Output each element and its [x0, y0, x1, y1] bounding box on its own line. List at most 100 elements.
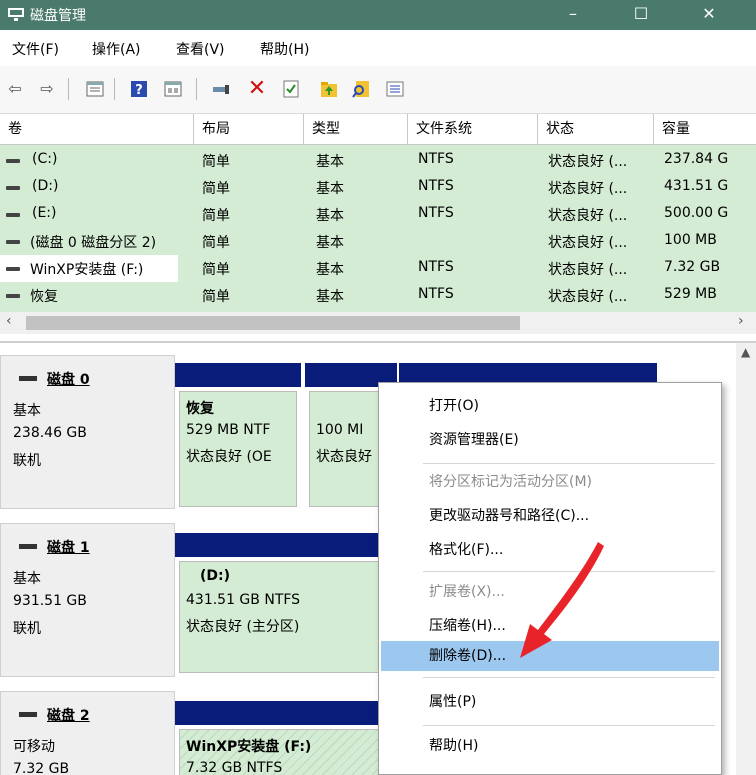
toolbar-separator	[196, 78, 197, 100]
menu-item-mark-active[interactable]: 将分区标记为活动分区(M)	[381, 467, 719, 497]
menu-separator	[423, 725, 715, 726]
menu-item-change-drive-letter[interactable]: 更改驱动器号和路径(C)...	[381, 501, 719, 531]
back-icon[interactable]: ⇦	[4, 78, 26, 100]
search-icon[interactable]	[350, 78, 372, 100]
volume-filesystem: NTFS	[418, 286, 454, 302]
window-title: 磁盘管理	[30, 8, 86, 24]
partition-f[interactable]: WinXP安装盘 (F:) 7.32 GB NTFS	[175, 701, 385, 775]
scrollbar-thumb[interactable]	[26, 316, 520, 330]
disk-1-info[interactable]: 磁盘 1 基本 931.51 GB 联机	[0, 523, 175, 677]
disk-size: 931.51 GB	[13, 593, 87, 609]
horizontal-scrollbar[interactable]: ‹ ›	[0, 312, 756, 334]
partition-recovery[interactable]: 恢复 529 MB NTF 状态良好 (OE	[175, 363, 303, 513]
partition-band	[175, 701, 385, 725]
new-folder-icon[interactable]	[318, 78, 340, 100]
menu-item-help[interactable]: 帮助(H)	[381, 731, 719, 761]
connect-icon[interactable]	[210, 78, 232, 100]
volume-layout: 简单	[202, 262, 230, 278]
volume-layout: 简单	[202, 235, 230, 251]
volume-status: 状态良好 (...	[548, 154, 628, 170]
toolbar-separator	[114, 78, 115, 100]
drive-icon	[6, 294, 20, 298]
volume-rows: (C:) 简单 基本 NTFS 状态良好 (... 237.84 G (D:) …	[0, 145, 756, 312]
drive-icon	[6, 159, 20, 163]
menu-item-properties[interactable]: 属性(P)	[381, 687, 719, 717]
volume-list-header: 卷 布局 类型 文件系统 状态 容量	[0, 114, 756, 145]
scroll-right-icon[interactable]: ›	[738, 313, 744, 329]
volume-layout: 简单	[202, 181, 230, 197]
delete-icon[interactable]: ✕	[246, 78, 268, 100]
table-row[interactable]: (E:) 简单 基本 NTFS 状态良好 (... 500.00 G	[0, 201, 756, 228]
column-header-type[interactable]: 类型	[304, 114, 408, 145]
scroll-up-icon[interactable]: ▲	[741, 345, 750, 359]
volume-type: 基本	[316, 235, 344, 251]
disk-type: 基本	[13, 403, 41, 419]
menu-separator	[423, 677, 715, 678]
drive-icon	[6, 267, 20, 271]
menu-view[interactable]: 查看(V)	[176, 39, 225, 59]
column-header-capacity[interactable]: 容量	[654, 114, 756, 145]
volume-type: 基本	[316, 289, 344, 305]
drive-icon	[6, 240, 20, 244]
table-row[interactable]: (磁盘 0 磁盘分区 2) 简单 基本 状态良好 (... 100 MB	[0, 228, 756, 255]
partition-status: 状态良好 (OE	[186, 449, 272, 465]
volume-capacity: 237.84 G	[664, 151, 729, 167]
volume-layout: 简单	[202, 154, 230, 170]
table-row[interactable]: (D:) 简单 基本 NTFS 状态良好 (... 431.51 G	[0, 174, 756, 201]
volume-capacity: 500.00 G	[664, 205, 729, 221]
annotation-arrow-icon	[520, 542, 604, 658]
partition-d[interactable]: (D:) 431.51 GB NTFS 状态良好 (主分区)	[175, 533, 385, 683]
disk-management-app-icon	[8, 8, 24, 21]
check-icon[interactable]	[280, 78, 302, 100]
volume-type: 基本	[316, 208, 344, 224]
volume-capacity: 100 MB	[664, 232, 717, 248]
menu-help[interactable]: 帮助(H)	[260, 39, 309, 59]
help-icon[interactable]: ?	[128, 78, 150, 100]
minimize-button[interactable]: –	[550, 0, 596, 30]
disk-type: 基本	[13, 571, 41, 587]
column-header-volume[interactable]: 卷	[0, 114, 194, 145]
menu-file[interactable]: 文件(F)	[12, 39, 59, 59]
menu-item-explorer[interactable]: 资源管理器(E)	[381, 425, 719, 455]
volume-name: WinXP安装盘 (F:)	[30, 262, 144, 278]
menu-bar: 文件(F) 操作(A) 查看(V) 帮助(H)	[0, 30, 756, 66]
volume-capacity: 431.51 G	[664, 178, 729, 194]
list-view-icon[interactable]	[384, 78, 406, 100]
table-row-selected[interactable]: WinXP安装盘 (F:) 简单 基本 NTFS 状态良好 (... 7.32 …	[0, 255, 756, 282]
disk-name: 磁盘 2	[47, 708, 90, 724]
vertical-scrollbar[interactable]: ▲	[736, 343, 756, 775]
volume-name: (磁盘 0 磁盘分区 2)	[30, 235, 157, 251]
volume-capacity: 529 MB	[664, 286, 717, 302]
properties-list-icon[interactable]	[84, 78, 106, 100]
volume-name: (D:)	[32, 178, 59, 194]
forward-icon[interactable]: ⇨	[36, 78, 58, 100]
toolbar-separator	[68, 78, 69, 100]
volume-list: 卷 布局 类型 文件系统 状态 容量 (C:) 简单 基本 NTFS 状态良好 …	[0, 114, 756, 341]
disk-size: 238.46 GB	[13, 425, 87, 441]
partition-status: 状态良好 (主分区)	[186, 619, 300, 635]
disk-type: 可移动	[13, 739, 55, 755]
volume-filesystem: NTFS	[418, 259, 454, 275]
column-header-filesystem[interactable]: 文件系统	[408, 114, 538, 145]
column-header-status[interactable]: 状态	[538, 114, 654, 145]
disk-2-info[interactable]: 磁盘 2 可移动 7.32 GB	[0, 691, 175, 775]
disk-icon	[19, 376, 37, 381]
menu-separator	[423, 463, 715, 464]
disk-0-info[interactable]: 磁盘 0 基本 238.46 GB 联机	[0, 355, 175, 509]
table-row[interactable]: 恢复 简单 基本 NTFS 状态良好 (... 529 MB	[0, 282, 756, 309]
volume-layout: 简单	[202, 289, 230, 305]
menu-action[interactable]: 操作(A)	[92, 39, 141, 59]
volume-name: (C:)	[32, 151, 58, 167]
show-pane-icon[interactable]	[162, 78, 184, 100]
table-row[interactable]: (C:) 简单 基本 NTFS 状态良好 (... 237.84 G	[0, 147, 756, 174]
volume-filesystem: NTFS	[418, 151, 454, 167]
partition-label: WinXP安装盘 (F:)	[186, 739, 312, 755]
close-button[interactable]: ✕	[686, 0, 732, 30]
column-header-layout[interactable]: 布局	[194, 114, 304, 145]
scroll-left-icon[interactable]: ‹	[6, 313, 12, 329]
partition-band	[175, 533, 385, 557]
volume-status: 状态良好 (...	[548, 262, 628, 278]
volume-type: 基本	[316, 262, 344, 278]
maximize-button[interactable]: ☐	[618, 0, 664, 30]
menu-item-open[interactable]: 打开(O)	[381, 391, 719, 421]
